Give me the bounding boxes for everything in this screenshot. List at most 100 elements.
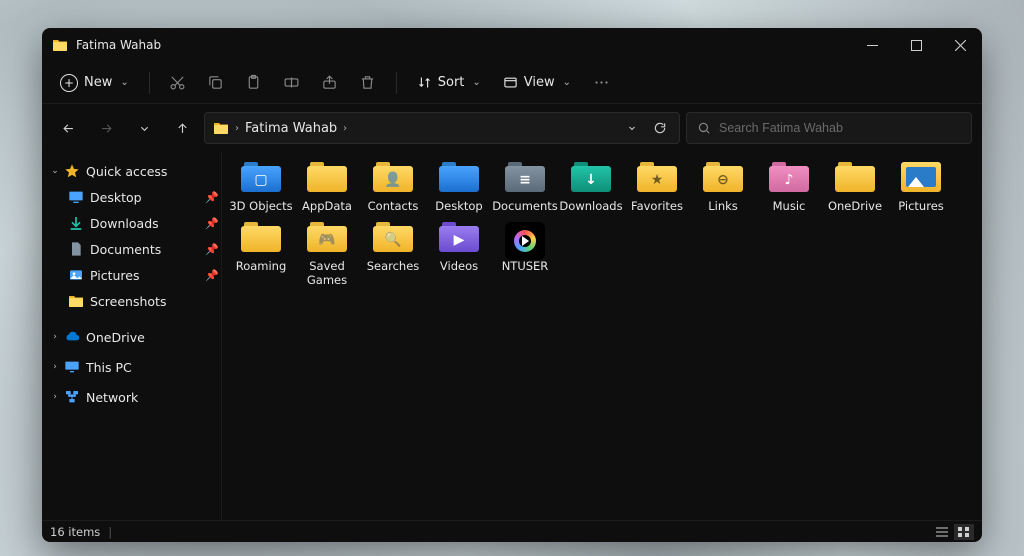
item-label: Desktop <box>435 200 482 214</box>
cut-button[interactable] <box>160 65 196 101</box>
folder-icon <box>68 293 84 309</box>
sidebar-item-label: Network <box>86 390 221 405</box>
chevron-right-icon: › <box>48 392 62 402</box>
up-button[interactable] <box>166 112 198 144</box>
item-label: Favorites <box>631 200 683 214</box>
list-item[interactable]: ★ Favorites <box>624 162 690 214</box>
forward-button[interactable] <box>90 112 122 144</box>
close-button[interactable] <box>938 28 982 62</box>
minimize-button[interactable] <box>850 28 894 62</box>
chevron-down-icon: ⌄ <box>48 166 62 176</box>
sidebar-item-label: Desktop <box>90 190 203 205</box>
share-button[interactable] <box>312 65 348 101</box>
navigation-bar: › Fatima Wahab › <box>42 104 982 152</box>
folder-icon <box>52 37 68 53</box>
item-label: 3D Objects <box>229 200 292 214</box>
pin-icon: 📌 <box>203 269 221 282</box>
address-dropdown[interactable] <box>621 122 643 134</box>
documents-icon <box>68 241 84 257</box>
toolbar: + New ⌄ Sort ⌄ View ⌄ <box>42 62 982 104</box>
copy-button[interactable] <box>198 65 234 101</box>
sidebar-item-documents[interactable]: Documents 📌 <box>42 236 221 262</box>
plus-icon: + <box>60 74 78 92</box>
star-icon <box>64 163 80 179</box>
list-item[interactable]: 🎮Saved Games <box>294 222 360 288</box>
item-icon: ▢ <box>241 162 281 196</box>
sort-label: Sort <box>438 75 465 90</box>
sidebar-quick-access[interactable]: ⌄ Quick access <box>42 158 221 184</box>
file-explorer-window: Fatima Wahab + New ⌄ Sort ⌄ View ⌄ <box>42 28 982 542</box>
item-icon: 🔍 <box>373 222 413 256</box>
sidebar-item-label: Screenshots <box>90 294 221 309</box>
window-title: Fatima Wahab <box>76 38 161 52</box>
item-icon: ⊖ <box>703 162 743 196</box>
item-icon: ♪ <box>769 162 809 196</box>
list-item[interactable]: ♪Music <box>756 162 822 214</box>
item-label: NTUSER <box>502 260 549 274</box>
search-input[interactable] <box>719 121 961 135</box>
rename-button[interactable] <box>274 65 310 101</box>
list-item[interactable]: ≡Documents <box>492 162 558 214</box>
more-button[interactable] <box>583 65 619 101</box>
list-item[interactable]: 🔍Searches <box>360 222 426 288</box>
address-bar[interactable]: › Fatima Wahab › <box>204 112 680 144</box>
sidebar-this-pc[interactable]: › This PC <box>42 354 221 380</box>
recent-locations-button[interactable] <box>128 112 160 144</box>
breadcrumb-separator: › <box>235 123 239 134</box>
list-item[interactable]: ▢ 3D Objects <box>228 162 294 214</box>
new-label: New <box>84 75 112 90</box>
item-icon <box>307 162 347 196</box>
sort-button[interactable]: Sort ⌄ <box>407 71 491 94</box>
item-icon: ★ <box>637 162 677 196</box>
titlebar: Fatima Wahab <box>42 28 982 62</box>
item-count: 16 items <box>50 525 100 539</box>
search-icon <box>697 121 711 135</box>
list-item[interactable]: ⊖ Links <box>690 162 756 214</box>
details-view-button[interactable] <box>932 524 952 540</box>
item-label: Saved Games <box>294 260 360 288</box>
chevron-down-icon: ⌄ <box>563 77 571 88</box>
sidebar-item-screenshots[interactable]: Screenshots <box>42 288 221 314</box>
new-button[interactable]: + New ⌄ <box>50 70 139 96</box>
pin-icon: 📌 <box>203 243 221 256</box>
list-item[interactable]: 👤Contacts <box>360 162 426 214</box>
list-item[interactable]: AppData <box>294 162 360 214</box>
chevron-down-icon: ⌄ <box>472 77 480 88</box>
list-item[interactable]: Desktop <box>426 162 492 214</box>
sidebar-item-label: Documents <box>90 242 203 257</box>
list-item[interactable]: NTUSER <box>492 222 558 288</box>
paste-button[interactable] <box>236 65 272 101</box>
file-list[interactable]: ▢ 3D ObjectsAppData👤Contacts Desktop ≡Docum… <box>222 152 982 520</box>
view-button[interactable]: View ⌄ <box>493 71 581 94</box>
list-item[interactable]: OneDrive <box>822 162 888 214</box>
list-item[interactable]: ↓Downloads <box>558 162 624 214</box>
pin-icon: 📌 <box>203 191 221 204</box>
breadcrumb[interactable]: Fatima Wahab <box>245 121 337 136</box>
item-label: Videos <box>440 260 478 274</box>
back-button[interactable] <box>52 112 84 144</box>
list-item[interactable]: Pictures <box>888 162 954 214</box>
list-item[interactable]: Roaming <box>228 222 294 288</box>
sidebar-item-desktop[interactable]: Desktop 📌 <box>42 184 221 210</box>
item-icon: ▶ <box>439 222 479 256</box>
item-icon <box>901 162 941 196</box>
sidebar-item-label: Downloads <box>90 216 203 231</box>
sidebar-network[interactable]: › Network <box>42 384 221 410</box>
sidebar-item-label: Quick access <box>86 164 221 179</box>
icons-view-button[interactable] <box>954 524 974 540</box>
sidebar-item-downloads[interactable]: Downloads 📌 <box>42 210 221 236</box>
refresh-button[interactable] <box>649 121 671 135</box>
folder-icon <box>213 120 229 136</box>
sidebar-item-label: OneDrive <box>86 330 221 345</box>
search-box[interactable] <box>686 112 972 144</box>
computer-icon <box>64 359 80 375</box>
item-label: Roaming <box>236 260 287 274</box>
item-label: Links <box>708 200 738 214</box>
sidebar-item-pictures[interactable]: Pictures 📌 <box>42 262 221 288</box>
sidebar-onedrive[interactable]: › OneDrive <box>42 324 221 350</box>
chevron-right-icon: › <box>48 362 62 372</box>
maximize-button[interactable] <box>894 28 938 62</box>
list-item[interactable]: ▶ Videos <box>426 222 492 288</box>
delete-button[interactable] <box>350 65 386 101</box>
downloads-icon <box>68 215 84 231</box>
